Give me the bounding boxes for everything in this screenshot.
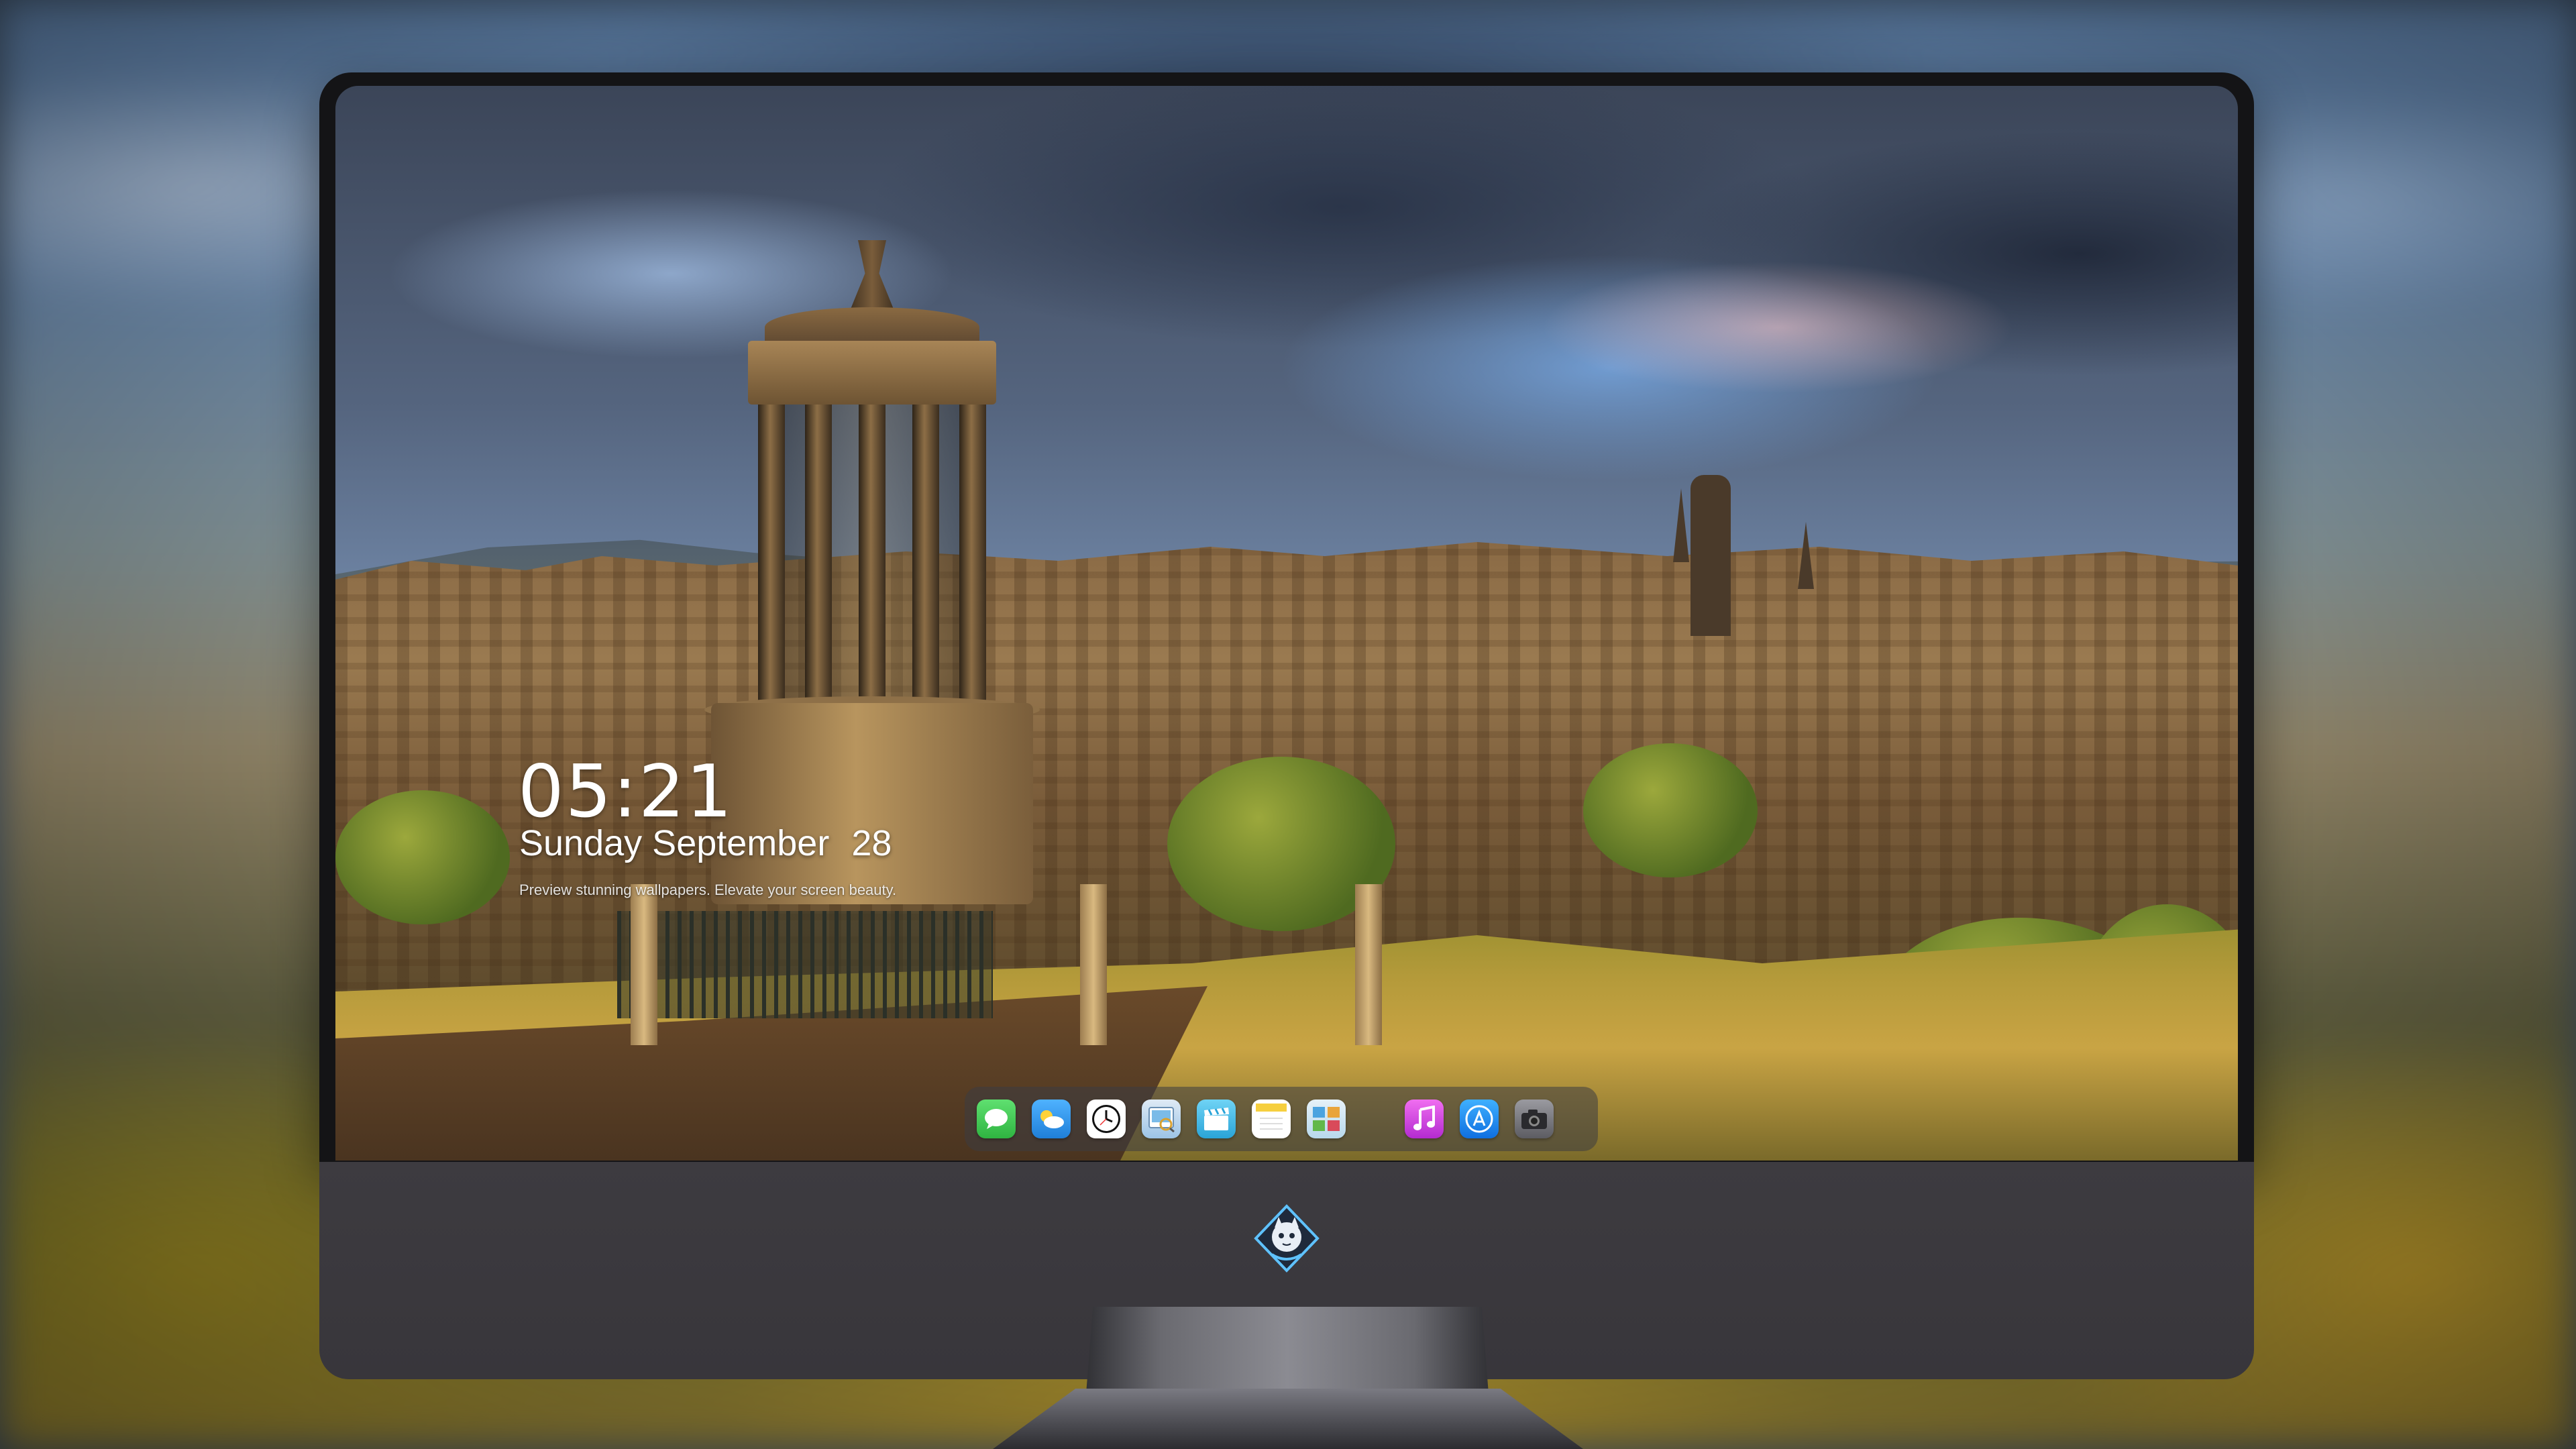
dock bbox=[965, 1087, 1598, 1151]
fence-post bbox=[1080, 884, 1107, 1045]
monitor-bezel: 05:21 Sunday September 28 Preview stunni… bbox=[319, 72, 2254, 1162]
clapperboard-icon[interactable] bbox=[1197, 1099, 1236, 1138]
date-day: 28 bbox=[851, 823, 892, 863]
monument-column bbox=[805, 405, 832, 706]
date-month: September bbox=[652, 823, 830, 863]
camera-icon[interactable] bbox=[1515, 1099, 1554, 1138]
screen: 05:21 Sunday September 28 Preview stunni… bbox=[335, 86, 2238, 1161]
preview-icon[interactable] bbox=[1142, 1099, 1181, 1138]
iron-fence bbox=[617, 911, 993, 1018]
monitor: 05:21 Sunday September 28 Preview stunni… bbox=[319, 72, 2254, 1414]
tagline: Preview stunning wallpapers. Elevate you… bbox=[519, 881, 897, 898]
tree bbox=[335, 790, 510, 924]
tree bbox=[1583, 743, 1758, 877]
music-icon[interactable] bbox=[1405, 1099, 1444, 1138]
photos-icon[interactable] bbox=[1307, 1099, 1346, 1138]
monument-column bbox=[859, 405, 885, 706]
fence-post bbox=[1355, 884, 1382, 1045]
message-icon[interactable] bbox=[977, 1099, 1016, 1138]
clock-tower bbox=[1690, 475, 1731, 636]
lockscreen-time: 05:21 bbox=[518, 750, 734, 834]
clock-icon[interactable] bbox=[1087, 1099, 1126, 1138]
app-store-icon[interactable] bbox=[1460, 1099, 1499, 1138]
fence-post bbox=[631, 884, 657, 1045]
notes-icon[interactable] bbox=[1252, 1099, 1291, 1138]
monument-column bbox=[912, 405, 939, 706]
monument-column bbox=[758, 405, 785, 706]
monument-base bbox=[711, 703, 1033, 904]
monument-finial bbox=[849, 240, 896, 314]
weather-icon[interactable] bbox=[1032, 1099, 1071, 1138]
date-weekday: Sunday bbox=[519, 823, 643, 863]
monument bbox=[704, 240, 1040, 1025]
monument-entablature bbox=[748, 341, 996, 405]
mascot-logo-icon bbox=[1252, 1203, 1322, 1273]
lockscreen-date: Sunday September 28 bbox=[519, 822, 892, 864]
monument-column bbox=[959, 405, 986, 706]
monitor-stand-base bbox=[993, 1389, 1583, 1449]
